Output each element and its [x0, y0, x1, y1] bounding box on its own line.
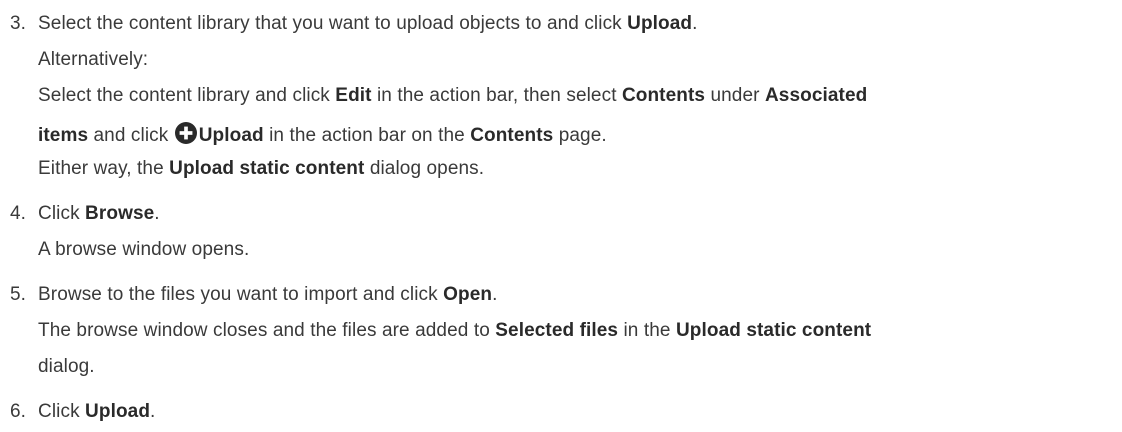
step-number: 6. — [10, 401, 27, 422]
contents-term: Contents — [621, 85, 706, 106]
step-3-line-3: Select the content library and click Edi… — [38, 85, 868, 106]
upload-static-content-term: Upload static content — [675, 320, 872, 341]
upload-term: Upload — [85, 401, 151, 422]
open-term: Open — [443, 284, 493, 305]
step-3-line-1: Select the content library that you want… — [38, 13, 698, 34]
step-5-line-1: Browse to the files you want to import a… — [38, 284, 498, 305]
edit-term: Edit — [335, 85, 372, 106]
upload-term: Upload — [627, 13, 693, 34]
selected-files-term: Selected files — [495, 320, 619, 341]
associated-term: Associated — [764, 85, 868, 106]
step-5-line-2: The browse window closes and the files a… — [38, 320, 872, 341]
step-3-line-2: Alternatively: — [38, 49, 149, 70]
step-4-line-2: A browse window opens. — [38, 239, 250, 260]
step-3-line-4: items and click Upload in the action bar… — [38, 122, 607, 147]
contents-term: Contents — [470, 125, 554, 146]
step-3-line-5: Either way, the Upload static content di… — [38, 158, 485, 179]
step-5-line-3: dialog. — [38, 356, 95, 377]
items-term: items — [38, 125, 89, 146]
step-4-line-1: Click Browse. — [38, 203, 160, 224]
step-number: 5. — [10, 284, 27, 305]
instruction-document: 3. Select the content library that you w… — [0, 0, 1122, 432]
step-number: 4. — [10, 203, 27, 224]
plus-circle-icon — [174, 122, 197, 144]
upload-term: Upload — [198, 125, 264, 146]
step-number: 3. — [10, 13, 27, 34]
upload-static-content-term: Upload static content — [169, 158, 365, 179]
browse-term: Browse — [85, 203, 155, 224]
step-6-line-1: Click Upload. — [38, 401, 156, 422]
